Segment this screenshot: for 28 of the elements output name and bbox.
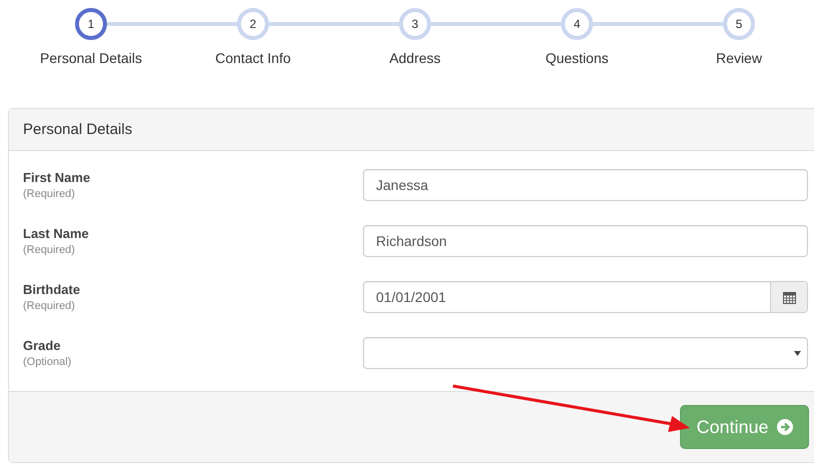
date-field[interactable]: 01/01/2001 (363, 281, 808, 313)
field-note: (Required) (23, 188, 76, 200)
field-note: (Required) (23, 244, 76, 256)
step-circle[interactable]: 2 (237, 8, 269, 40)
caret-icon (794, 350, 801, 356)
text-field[interactable]: Richardson (363, 225, 808, 257)
field-label: First Name (23, 170, 92, 185)
field-label: Birthdate (23, 282, 82, 297)
select-field[interactable] (363, 337, 808, 369)
step-label: Address (389, 50, 441, 66)
step-circle[interactable]: 5 (723, 8, 755, 40)
panel-title: Personal Details (23, 121, 132, 138)
field-label: Grade (23, 338, 62, 353)
step-label: Review (716, 50, 762, 66)
field-label: Last Name (23, 226, 90, 241)
arrow-circle-icon (776, 419, 793, 435)
step-label: Questions (545, 50, 609, 66)
step-circle[interactable]: 1 (75, 8, 107, 40)
field-note: (Optional) (23, 356, 72, 368)
field-note: (Required) (23, 300, 76, 312)
step-label: Personal Details (40, 50, 142, 66)
step-circle[interactable]: 3 (399, 8, 431, 40)
calendar-button[interactable] (770, 282, 807, 312)
step-circle[interactable]: 4 (561, 8, 593, 40)
text-field[interactable]: Janessa (363, 169, 808, 201)
calendar-icon (782, 290, 796, 304)
step-label: Contact Info (215, 50, 291, 66)
date-value: 01/01/2001 (376, 289, 446, 305)
